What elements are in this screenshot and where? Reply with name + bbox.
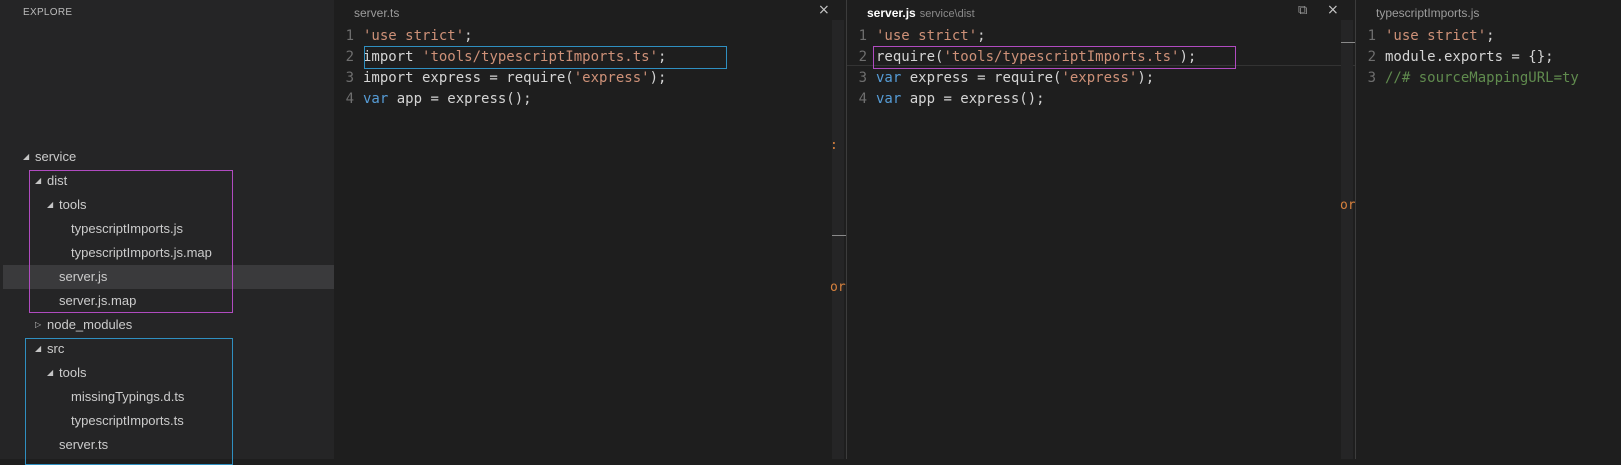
vertical-scrollbar[interactable] <box>832 20 844 459</box>
tab-path: service\dist <box>919 8 975 20</box>
overflow-text: or <box>830 280 846 295</box>
require-line-highlight <box>873 46 1236 69</box>
vertical-scrollbar[interactable] <box>1341 20 1353 459</box>
tree-item-label: service <box>35 149 77 164</box>
code-line: 1'use strict'; <box>858 28 986 44</box>
code-line: 4 var app = express(); <box>858 91 1045 107</box>
close-icon[interactable]: × <box>818 2 830 18</box>
editor-pane-server-js: server.js service\dist ⧉ × 1'use strict';… <box>847 0 1356 459</box>
explorer-sidebar: EXPLORE ◢ service ◢ dist ◢ tools typescr… <box>0 0 334 465</box>
code-line: 4 var app = express(); <box>345 91 532 107</box>
code-line: 3//# sourceMappingURL=ty <box>1367 70 1579 86</box>
overflow-colon: : <box>830 138 838 153</box>
code-line: 3 var express = require('express'); <box>858 70 1155 86</box>
tab-server-ts[interactable]: server.ts <box>354 6 399 20</box>
collapsed-chevron-icon[interactable]: ▷ <box>35 313 41 337</box>
tab-server-js[interactable]: server.js service\dist <box>867 6 975 20</box>
split-editor-icon[interactable]: ⧉ <box>1298 3 1307 18</box>
src-highlight-box <box>25 338 233 465</box>
import-line-highlight <box>364 46 727 69</box>
code-line: 2 module.exports = {}; <box>1367 49 1554 65</box>
tree-item-label: node_modules <box>47 317 133 332</box>
scrollbar-marker <box>832 235 846 236</box>
scrollbar-marker <box>1341 42 1355 43</box>
editor-pane-server-ts: server.ts × 1'use strict'; 2 import 'tool… <box>334 0 846 459</box>
dist-highlight-box <box>29 170 233 313</box>
overflow-text: or <box>1340 198 1356 213</box>
editor-pane-typescriptimports-js: typescriptImports.js 1'use strict'; 2 mod… <box>1356 0 1621 459</box>
close-icon[interactable]: × <box>1327 2 1339 18</box>
code-line: 1'use strict'; <box>1367 28 1495 44</box>
tab-typescriptimports-js[interactable]: typescriptImports.js <box>1376 6 1479 20</box>
explorer-title: EXPLORE <box>23 7 73 18</box>
code-line: 1'use strict'; <box>345 28 473 44</box>
code-line: 3 import express = require('express'); <box>345 70 667 86</box>
expanded-chevron-icon[interactable]: ◢ <box>23 145 29 169</box>
